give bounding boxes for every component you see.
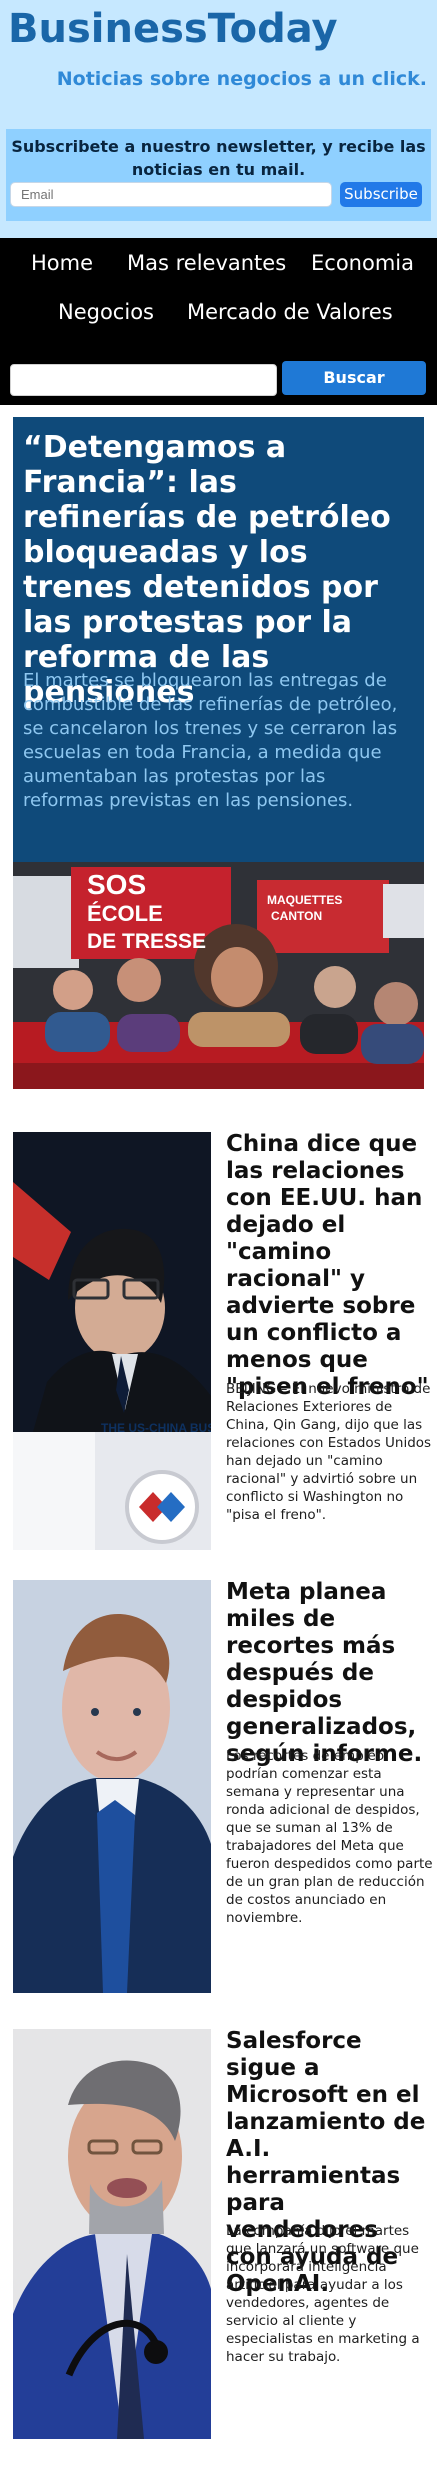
protest-photo-illustration: SOS ÉCOLE DE TRESSE MAQUETTES CANTON bbox=[13, 862, 424, 1089]
nav-item-mas-relevantes[interactable]: Mas relevantes bbox=[127, 251, 286, 275]
nav-item-economia[interactable]: Economia bbox=[311, 251, 414, 275]
site-tagline: Noticias sobre negocios a un click. bbox=[56, 68, 427, 90]
subscribe-button[interactable]: Subscribe bbox=[340, 182, 422, 207]
article-card[interactable]: Meta planea miles de recortes más despué… bbox=[13, 1579, 433, 1996]
protest-sign-maquettes: MAQUETTES bbox=[267, 893, 342, 907]
featured-article[interactable]: “Detengamos a Francia”: las refinerías d… bbox=[13, 417, 424, 862]
newsletter-box: Subscribete a nuestro newsletter, y reci… bbox=[6, 129, 431, 221]
nav-item-mercado-de-valores[interactable]: Mercado de Valores bbox=[187, 300, 393, 324]
conference-banner-text: THE US-CHINA BUSIN bbox=[101, 1421, 211, 1435]
email-field[interactable] bbox=[10, 182, 332, 207]
search-input[interactable] bbox=[10, 364, 277, 396]
article-card[interactable]: Salesforce sigue a Microsoft en el lanza… bbox=[13, 2028, 425, 2441]
article-card[interactable]: THE US-CHINA BUSIN China dice que las re… bbox=[13, 1131, 431, 1552]
search-button[interactable]: Buscar bbox=[282, 361, 426, 395]
article-image-china[interactable]: THE US-CHINA BUSIN bbox=[13, 1132, 211, 1550]
brand-logo[interactable]: BusinessToday bbox=[8, 6, 338, 52]
article-image-meta[interactable] bbox=[13, 1580, 211, 1993]
meta-ceo-photo bbox=[13, 1580, 211, 1993]
salesforce-ceo-photo bbox=[13, 2029, 211, 2439]
featured-title[interactable]: “Detengamos a Francia”: las refinerías d… bbox=[23, 430, 407, 710]
newsletter-text: Subscribete a nuestro newsletter, y reci… bbox=[11, 137, 426, 179]
article-title[interactable]: Meta planea miles de recortes más despué… bbox=[226, 1579, 431, 1768]
nav-item-home[interactable]: Home bbox=[31, 251, 93, 275]
article-summary: BEIJING – El nuevo ministro de Relacione… bbox=[226, 1381, 432, 1523]
protest-sign-canton: CANTON bbox=[271, 909, 322, 923]
protest-sign-ecole: ÉCOLE bbox=[87, 901, 163, 926]
nav-item-negocios[interactable]: Negocios bbox=[58, 300, 154, 324]
featured-summary: El martes se bloquearon las entregas de … bbox=[23, 670, 398, 811]
article-title[interactable]: China dice que las relaciones con EE.UU.… bbox=[226, 1131, 431, 1401]
article-summary: La compañía dijo el martes que lanzará u… bbox=[226, 2223, 420, 2365]
article-image-salesforce[interactable] bbox=[13, 2029, 211, 2439]
main-navigation: Home Mas relevantes Economia Negocios Me… bbox=[0, 238, 437, 338]
china-minister-photo: THE US-CHINA BUSIN bbox=[13, 1132, 211, 1550]
site-header: BusinessToday Noticias sobre negocios a … bbox=[0, 0, 437, 243]
protest-sign-sos: SOS bbox=[87, 869, 146, 900]
article-summary: Los recortes de empleo podrían comenzar … bbox=[226, 1748, 433, 1926]
protest-sign-tresse: DE TRESSE bbox=[87, 930, 206, 953]
featured-protest-image[interactable]: SOS ÉCOLE DE TRESSE MAQUETTES CANTON bbox=[13, 862, 424, 1089]
